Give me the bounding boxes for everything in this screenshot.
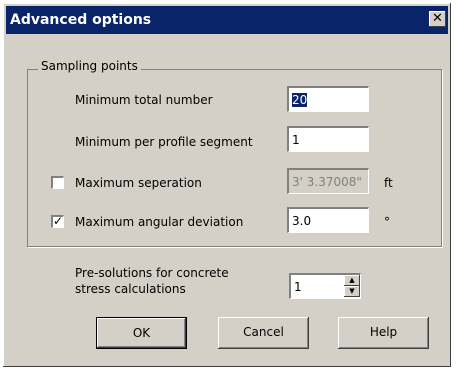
checkmark-icon: ✓ bbox=[53, 214, 64, 228]
max-angular-label: Maximum angular deviation bbox=[75, 215, 244, 229]
max-separation-input[interactable]: 3' 3.37008" bbox=[287, 168, 369, 194]
presolutions-label-line1: Pre-solutions for concrete bbox=[75, 266, 229, 280]
min-per-segment-input[interactable]: 1 bbox=[287, 126, 369, 152]
min-per-segment-label: Minimum per profile segment bbox=[75, 135, 253, 149]
close-icon: ✕ bbox=[432, 11, 443, 26]
close-button[interactable]: ✕ bbox=[429, 11, 446, 27]
presolutions-spinner[interactable]: 1 ▲ ▼ bbox=[289, 273, 361, 299]
min-total-input[interactable]: 20 bbox=[287, 86, 369, 112]
ok-button[interactable]: OK bbox=[96, 317, 187, 349]
presolutions-label-line2: stress calculations bbox=[75, 282, 186, 296]
min-per-segment-value: 1 bbox=[292, 133, 300, 147]
min-total-value: 20 bbox=[292, 93, 308, 107]
dialog-title: Advanced options bbox=[10, 12, 152, 28]
arrow-down-icon: ▼ bbox=[349, 287, 355, 295]
max-angular-value: 3.0 bbox=[292, 214, 312, 228]
max-angular-checkbox[interactable]: ✓ bbox=[51, 215, 64, 228]
degree-unit: ° bbox=[384, 215, 390, 229]
cancel-button[interactable]: Cancel bbox=[218, 317, 309, 349]
spin-up-button[interactable]: ▲ bbox=[344, 275, 360, 286]
max-angular-input[interactable]: 3.0 bbox=[287, 207, 369, 233]
title-bar[interactable]: Advanced options ✕ bbox=[6, 6, 448, 34]
help-button[interactable]: Help bbox=[338, 317, 429, 349]
max-separation-checkbox[interactable] bbox=[51, 176, 64, 189]
max-separation-value: 3' 3.37008" bbox=[292, 175, 362, 189]
max-separation-label: Maximum seperation bbox=[75, 176, 202, 190]
presolutions-value: 1 bbox=[294, 280, 302, 294]
max-separation-unit: ft bbox=[384, 176, 393, 190]
arrow-up-icon: ▲ bbox=[349, 276, 355, 284]
min-total-label: Minimum total number bbox=[75, 93, 213, 107]
sampling-points-group-title: Sampling points bbox=[38, 58, 141, 74]
spin-down-button[interactable]: ▼ bbox=[344, 286, 360, 297]
